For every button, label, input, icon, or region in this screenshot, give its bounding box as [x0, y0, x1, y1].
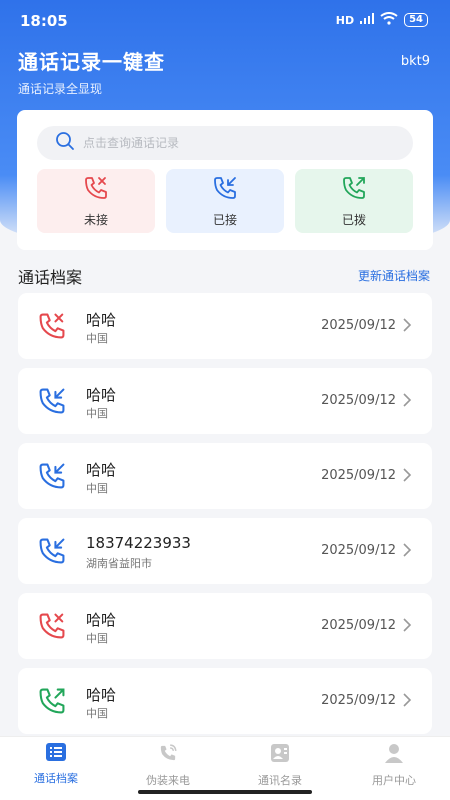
outgoing-call-icon — [36, 685, 68, 717]
filter-received-button[interactable]: 已接 — [166, 169, 284, 233]
call-date: 2025/09/12 — [321, 393, 396, 408]
wifi-icon — [380, 12, 398, 28]
call-row[interactable]: 哈哈 中国 2025/09/12 — [18, 668, 432, 734]
update-records-link[interactable]: 更新通话档案 — [358, 267, 430, 284]
filter-dialed-button[interactable]: 已拨 — [295, 169, 413, 233]
query-card: 未接 已接 已拨 — [17, 110, 433, 250]
chevron-right-icon — [402, 317, 412, 337]
caller-location: 中国 — [86, 407, 108, 420]
tab-label: 用户中心 — [372, 774, 416, 787]
search-input[interactable] — [83, 136, 383, 150]
tab-user-center[interactable]: 用户中心 — [338, 743, 450, 788]
contacts-icon — [270, 743, 290, 766]
call-row[interactable]: 哈哈 中国 2025/09/12 — [18, 443, 432, 509]
tab-label: 通讯名录 — [258, 774, 302, 787]
caller-name: 哈哈 — [86, 311, 117, 329]
call-date: 2025/09/12 — [321, 318, 396, 333]
caller-name: 哈哈 — [86, 461, 117, 479]
call-row[interactable]: 18374223933 湖南省益阳市 2025/09/12 — [18, 518, 432, 584]
tab-contacts[interactable]: 通讯名录 — [224, 743, 336, 788]
incoming-call-icon — [36, 385, 68, 417]
chevron-right-icon — [402, 542, 412, 562]
tab-label: 伪装来电 — [146, 774, 190, 787]
incoming-call-icon — [36, 535, 68, 567]
filter-missed-label: 未接 — [83, 213, 108, 227]
chevron-right-icon — [402, 392, 412, 412]
call-row[interactable]: 哈哈 中国 2025/09/12 — [18, 593, 432, 659]
search-bar[interactable] — [37, 126, 413, 160]
outgoing-call-icon — [340, 174, 368, 205]
tab-fake-call[interactable]: 伪装来电 — [112, 743, 224, 788]
incoming-call-icon — [36, 460, 68, 492]
caller-location: 湖南省益阳市 — [86, 557, 152, 570]
battery-icon: 54 — [404, 13, 428, 27]
tab-label: 通话档案 — [34, 772, 78, 785]
caller-location: 中国 — [86, 632, 108, 645]
caller-location: 中国 — [86, 332, 108, 345]
missed-call-icon — [36, 610, 68, 642]
caller-name: 哈哈 — [86, 611, 117, 629]
filter-received-label: 已接 — [212, 213, 237, 227]
tab-call-records[interactable]: 通话档案 — [0, 743, 112, 786]
incoming-call-icon — [211, 174, 239, 205]
page-subtitle: 通话记录全显现 — [18, 82, 103, 96]
missed-call-icon — [82, 174, 110, 205]
call-date: 2025/09/12 — [321, 543, 396, 558]
missed-call-icon — [36, 310, 68, 342]
chevron-right-icon — [402, 617, 412, 637]
user-icon — [384, 743, 404, 766]
user-tag: bkt9 — [400, 54, 430, 69]
section-title: 通话档案 — [18, 268, 83, 287]
network-label: HD — [335, 13, 355, 27]
chevron-right-icon — [402, 467, 412, 487]
call-date: 2025/09/12 — [321, 693, 396, 708]
filter-missed-button[interactable]: 未接 — [37, 169, 155, 233]
call-date: 2025/09/12 — [321, 618, 396, 633]
home-indicator — [138, 790, 312, 794]
call-row[interactable]: 哈哈 中国 2025/09/12 — [18, 293, 432, 359]
call-date: 2025/09/12 — [321, 468, 396, 483]
caller-name: 哈哈 — [86, 686, 117, 704]
list-icon — [46, 743, 66, 764]
caller-name: 哈哈 — [86, 386, 117, 404]
status-time: 18:05 — [20, 12, 68, 30]
caller-name: 18374223933 — [86, 534, 191, 552]
phone-ring-icon — [158, 743, 178, 766]
chevron-right-icon — [402, 692, 412, 712]
signal-icon — [360, 13, 375, 27]
status-bar: 18:05 HD 54 — [0, 0, 450, 40]
caller-location: 中国 — [86, 482, 108, 495]
filter-dialed-label: 已拨 — [341, 213, 366, 227]
page-title: 通话记录一键查 — [18, 50, 165, 74]
caller-location: 中国 — [86, 707, 108, 720]
search-icon — [37, 131, 75, 155]
call-row[interactable]: 哈哈 中国 2025/09/12 — [18, 368, 432, 434]
